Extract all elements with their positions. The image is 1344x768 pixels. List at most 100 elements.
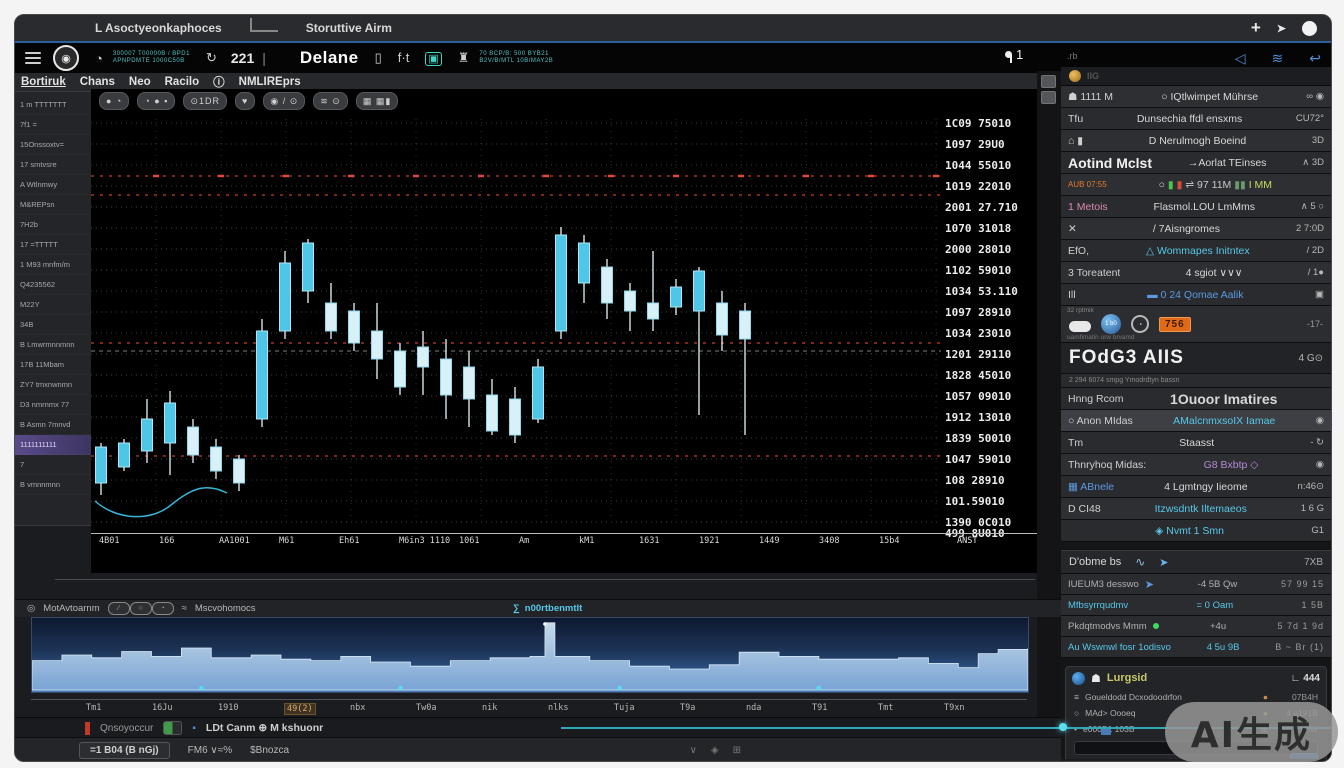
oval-tool-icon[interactable]: ○ (130, 602, 152, 615)
sidebar-row[interactable]: Thnryhoq Midas:G8 Bxbtp ◇◉ (1061, 454, 1331, 476)
price-label: 1019 22010 (945, 180, 1011, 193)
bottom-panel-sublabel[interactable]: Mscvohomocs (195, 603, 256, 614)
menu-item-ⓘ[interactable]: ⓘ (213, 74, 225, 90)
status-icon[interactable]: ∨ (690, 745, 697, 756)
arrow-icon[interactable]: ➤ (1277, 22, 1286, 35)
indicator-label[interactable]: n00rtbenmtlt (525, 603, 583, 614)
watchlist-item[interactable]: B Lmwrmnnmnn (15, 335, 91, 355)
watchlist-item[interactable]: M&REPsn (15, 195, 91, 215)
watchlist-item[interactable]: 1 m TTTTTTT (15, 95, 91, 115)
time-label: 3408 (819, 536, 839, 546)
sidebar-row[interactable]: ◈ Nvmt 1 SmnG1 (1061, 520, 1331, 542)
sidebar-row[interactable]: D CI48Itzwsdntk Iltemaeos1 6 G (1061, 498, 1331, 520)
watchlist-item[interactable]: Q4235562 (15, 275, 91, 295)
chart-tool-pill[interactable]: ♥ (235, 92, 255, 110)
sidebar-row[interactable]: ○ Anon MIdasAMalcnmxsoIX Iamae◉ (1061, 410, 1331, 432)
symbol-label[interactable]: Delane (300, 48, 359, 68)
positions-header[interactable]: D'obme bs∿➤7XB (1061, 550, 1331, 574)
watchlist-item[interactable]: 17B 11Mbam (15, 355, 91, 375)
watchlist-item[interactable]: 17 smtvsre (15, 155, 91, 175)
progress-dot (1059, 723, 1067, 731)
candlestick-chart[interactable] (91, 111, 941, 533)
status-icon[interactable]: ◈ (711, 745, 719, 756)
toolbar-right-icon[interactable]: ≋ (1272, 50, 1284, 67)
chart-tool-pill[interactable]: ● ◔ (99, 92, 129, 110)
chart-tool-pill[interactable]: ⊙1DR (183, 92, 227, 110)
chat-header[interactable]: ☗Lurgsid∟ 444 (1066, 667, 1326, 689)
count-value: 221 (231, 50, 254, 66)
sidebar-section-title[interactable]: FOdG3 AIIS4 G⊙ (1061, 343, 1331, 374)
row-center-label: ○ IQtlwimpet Mührse (1119, 91, 1300, 103)
oval-tool-icon[interactable]: ◔ (152, 602, 174, 615)
watchlist-item[interactable]: ZY7 tmxnwnmn (15, 375, 91, 395)
watchlist-item[interactable]: B vmnnmnn (15, 475, 91, 495)
toolbar-icon[interactable]: f·t (398, 50, 410, 65)
watchlist-item[interactable]: 15Onssoxtv= (15, 135, 91, 155)
app-logo-icon[interactable]: ◉ (53, 45, 79, 71)
indicator-row[interactable]: AUB 07:55○ ▮ ▮ ⇌ 97 11M ▮▮ I MM (1061, 174, 1331, 196)
toolbar-icon[interactable]: ♜ (458, 50, 470, 65)
sidebar-row[interactable]: 3 Toreatent4 sgiot ∨∨∨/ 1● (1061, 262, 1331, 284)
watchlist-item[interactable]: 17 =TTTTT (15, 235, 91, 255)
chart-tool-pill[interactable]: ◉ / ⊙ (263, 92, 305, 110)
watchlist-item[interactable]: 7 (15, 455, 91, 475)
toolbar-icon[interactable]: ▯ (375, 50, 382, 65)
row-right-label: G1 (1311, 525, 1324, 536)
clock-icon[interactable]: ◔ (95, 51, 103, 66)
watchlist-item[interactable]: B Asmn 7mnvd (15, 415, 91, 435)
pin-icon[interactable]: 1 (1005, 46, 1023, 63)
chart-tool-pill[interactable]: ▦ ▦▮ (356, 92, 398, 110)
position-row[interactable]: Au Wswnwl fosr 1odisvo4 5u 9BB ~ Br (1) (1061, 637, 1331, 658)
position-row[interactable]: IUEUM3 desswo➤-4 5B Qw57 99 15 (1061, 574, 1331, 595)
position-row[interactable]: Pkdqtmodvs Mmm+4u5 7d 1 9d (1061, 616, 1331, 637)
right-sidebar: IIG☗ 1111 M○ IQtlwimpet Mührse∞ ◉TfuDuns… (1061, 67, 1331, 759)
menu-item-bortiruk[interactable]: Bortiruk (21, 76, 66, 88)
sidebar-row[interactable]: Hnng Rcom1Ouoor Imatires (1061, 388, 1331, 410)
sidebar-row[interactable]: Aotind Mclst→Aorlat TEinses∧ 3D (1061, 152, 1331, 174)
watchlist-item[interactable]: 7f1 = (15, 115, 91, 135)
menu-item-nmlireprs[interactable]: NMLIREprs (239, 76, 301, 88)
sidebar-row[interactable]: Ill▬ 0 24 Qomae Aalik▣ (1061, 284, 1331, 306)
progress-marker (1101, 729, 1111, 735)
watchlist-item[interactable]: 7H2b (15, 215, 91, 235)
sidebar-row[interactable]: EfO,△ Wommapes Initntex/ 2D (1061, 240, 1331, 262)
watchlist-item[interactable]: M22Y (15, 295, 91, 315)
toolbar-right-icon[interactable]: ◁ (1235, 50, 1246, 67)
avatar[interactable] (1302, 21, 1317, 36)
sidebar-row[interactable]: ⌂ ▮D Nerulmogh Boeind3D (1061, 130, 1331, 152)
toolbar-icon[interactable]: ▣ (425, 52, 441, 66)
balance-box[interactable]: =1 B04 (B nGj) (79, 742, 170, 759)
menu-item-chans[interactable]: Chans (80, 76, 115, 88)
sidebar-row[interactable]: TfuDunsechia ffdl ensxmsCU72° (1061, 108, 1331, 130)
overview-chart[interactable] (31, 617, 1029, 693)
sidebar-row[interactable]: ▦ ABnele4 Lgmtngy Iieomen:46⊙ (1061, 476, 1331, 498)
watchlist-item[interactable]: 1111111111 (15, 435, 91, 455)
oval-tool-icon[interactable]: ∕ (108, 602, 130, 615)
scroll-down-button[interactable] (1041, 91, 1056, 104)
sidebar-row[interactable]: TmStaasst- ↻ (1061, 432, 1331, 454)
status-icon[interactable]: ⊞ (733, 745, 741, 756)
menu-item-neo[interactable]: Neo (129, 76, 151, 88)
sidebar-row[interactable]: ☗ 1111 M○ IQtlwimpet Mührse∞ ◉ (1061, 86, 1331, 108)
toolbar-right-icon[interactable]: ↩ (1309, 50, 1321, 67)
new-tab-icon[interactable]: + (1251, 18, 1261, 38)
chart-tool-pill[interactable]: ≋ ⊙ (313, 92, 348, 110)
watchlist-item[interactable]: 1 M93 mnfm/m (15, 255, 91, 275)
tool-oval-icons: ∕○◔ (108, 602, 174, 615)
menu-icon[interactable] (25, 52, 41, 64)
chart-tool-pill[interactable]: ◔ ● ▪ (137, 92, 175, 110)
watchlist-item[interactable]: D3 nmrnmx 77 (15, 395, 91, 415)
weather-row[interactable]: 32 rptmik1 b0◔756-17-uamfimatin urw brva… (1061, 306, 1331, 343)
watchlist-item[interactable]: A Wtlnmwy (15, 175, 91, 195)
scroll-up-button[interactable] (1041, 75, 1056, 88)
sidebar-row[interactable]: 1 MetoisFlasmol.LOU LmMms∧ 5 ○ (1061, 196, 1331, 218)
position-row[interactable]: Mfbsyrrqudmv= 0 Oam1 5B (1061, 595, 1331, 616)
chat-name: Lurgsid (1107, 672, 1147, 684)
watchlist-item[interactable]: 34B (15, 315, 91, 335)
menu-item-racilo[interactable]: Racilo (165, 76, 200, 88)
time-label: 1921 (699, 536, 719, 546)
bottom-panel-title[interactable]: MotAvtoarnm (43, 603, 99, 614)
sidebar-row[interactable]: ✕/ 7Aisngromes2 7:0D (1061, 218, 1331, 240)
refresh-icon[interactable]: ↻ (206, 50, 217, 66)
time-label: 1449 (759, 536, 779, 546)
